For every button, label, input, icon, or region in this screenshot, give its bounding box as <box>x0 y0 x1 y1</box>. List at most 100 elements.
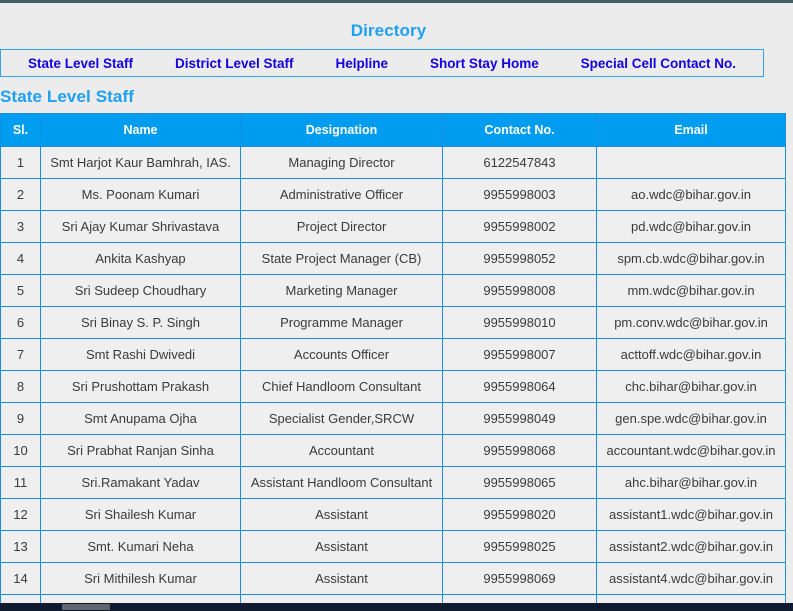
cell-sl: 13 <box>1 531 41 563</box>
table-row: 2Ms. Poonam KumariAdministrative Officer… <box>1 179 786 211</box>
cell-sl: 2 <box>1 179 41 211</box>
cell-sl: 14 <box>1 563 41 595</box>
cell-email: ahc.bihar@bihar.gov.in <box>597 467 786 499</box>
cell-designation: Project Director <box>241 211 443 243</box>
column-header-name: Name <box>41 114 241 147</box>
cell-email: assistant2.wdc@bihar.gov.in <box>597 531 786 563</box>
cell-sl: 6 <box>1 307 41 339</box>
cell-designation: Assistant <box>241 563 443 595</box>
page-root: Directory State Level Staff District Lev… <box>0 0 793 611</box>
cell-name: Sri Binay S. P. Singh <box>41 307 241 339</box>
cell-contact-no: 9955998020 <box>443 499 597 531</box>
column-header-email: Email <box>597 114 786 147</box>
cell-email: spm.cb.wdc@bihar.gov.in <box>597 243 786 275</box>
cell-email: accountant.wdc@bihar.gov.in <box>597 435 786 467</box>
table-row: 6Sri Binay S. P. SinghProgramme Manager9… <box>1 307 786 339</box>
directory-table: Sl. Name Designation Contact No. Email 1… <box>0 113 786 611</box>
table-row: 12Sri Shailesh KumarAssistant9955998020a… <box>1 499 786 531</box>
section-heading: State Level Staff <box>0 87 793 107</box>
cell-name: Smt Rashi Dwivedi <box>41 339 241 371</box>
cell-sl: 5 <box>1 275 41 307</box>
cell-email: assistant1.wdc@bihar.gov.in <box>597 499 786 531</box>
cell-designation: Assistant Handloom Consultant <box>241 467 443 499</box>
cell-sl: 3 <box>1 211 41 243</box>
cell-contact-no: 9955998068 <box>443 435 597 467</box>
cell-sl: 9 <box>1 403 41 435</box>
cell-sl: 11 <box>1 467 41 499</box>
cell-name: Smt Anupama Ojha <box>41 403 241 435</box>
cell-email: chc.bihar@bihar.gov.in <box>597 371 786 403</box>
cell-designation: Marketing Manager <box>241 275 443 307</box>
cell-designation: Assistant <box>241 499 443 531</box>
cell-name: Sri Prushottam Prakash <box>41 371 241 403</box>
cell-sl: 4 <box>1 243 41 275</box>
table-row: 9Smt Anupama OjhaSpecialist Gender,SRCW9… <box>1 403 786 435</box>
cell-contact-no: 6122547843 <box>443 147 597 179</box>
cell-contact-no: 9955998049 <box>443 403 597 435</box>
table-row: 4Ankita KashyapState Project Manager (CB… <box>1 243 786 275</box>
table-header: Sl. Name Designation Contact No. Email <box>1 114 786 147</box>
cell-name: Sri Prabhat Ranjan Sinha <box>41 435 241 467</box>
cell-designation: Accounts Officer <box>241 339 443 371</box>
nav-item-helpline[interactable]: Helpline <box>335 56 388 71</box>
cell-name: Ankita Kashyap <box>41 243 241 275</box>
cell-email: assistant4.wdc@bihar.gov.in <box>597 563 786 595</box>
nav-item-special-cell-contact-no[interactable]: Special Cell Contact No. <box>581 56 736 71</box>
cell-designation: Chief Handloom Consultant <box>241 371 443 403</box>
cell-designation: Assistant <box>241 531 443 563</box>
cell-designation: Administrative Officer <box>241 179 443 211</box>
nav-item-state-level-staff[interactable]: State Level Staff <box>28 56 133 71</box>
cell-sl: 10 <box>1 435 41 467</box>
page-title: Directory <box>0 3 785 41</box>
column-header-contact-no: Contact No. <box>443 114 597 147</box>
table-row: 8Sri Prushottam PrakashChief Handloom Co… <box>1 371 786 403</box>
cell-name: Sri.Ramakant Yadav <box>41 467 241 499</box>
cell-name: Smt Harjot Kaur Bamhrah, IAS. <box>41 147 241 179</box>
cell-designation: Specialist Gender,SRCW <box>241 403 443 435</box>
horizontal-scrollbar-thumb[interactable] <box>62 604 110 610</box>
cell-designation: State Project Manager (CB) <box>241 243 443 275</box>
cell-email: acttoff.wdc@bihar.gov.in <box>597 339 786 371</box>
table-row: 13Smt. Kumari NehaAssistant9955998025ass… <box>1 531 786 563</box>
table-row: 7Smt Rashi DwivediAccounts Officer995599… <box>1 339 786 371</box>
cell-email: ao.wdc@bihar.gov.in <box>597 179 786 211</box>
table-body: 1Smt Harjot Kaur Bamhrah, IAS.Managing D… <box>1 147 786 611</box>
cell-contact-no: 9955998010 <box>443 307 597 339</box>
cell-name: Ms. Poonam Kumari <box>41 179 241 211</box>
cell-name: Sri Shailesh Kumar <box>41 499 241 531</box>
cell-sl: 1 <box>1 147 41 179</box>
cell-sl: 8 <box>1 371 41 403</box>
cell-contact-no: 9955998069 <box>443 563 597 595</box>
cell-contact-no: 9955998007 <box>443 339 597 371</box>
cell-sl: 12 <box>1 499 41 531</box>
cell-contact-no: 9955998002 <box>443 211 597 243</box>
column-header-designation: Designation <box>241 114 443 147</box>
cell-email: pm.conv.wdc@bihar.gov.in <box>597 307 786 339</box>
nav-item-short-stay-home[interactable]: Short Stay Home <box>430 56 539 71</box>
cell-email: mm.wdc@bihar.gov.in <box>597 275 786 307</box>
cell-designation: Managing Director <box>241 147 443 179</box>
table-row: 5Sri Sudeep ChoudharyMarketing Manager99… <box>1 275 786 307</box>
cell-contact-no: 9955998064 <box>443 371 597 403</box>
cell-sl: 7 <box>1 339 41 371</box>
cell-contact-no: 9955998025 <box>443 531 597 563</box>
table-row: 14Sri Mithilesh KumarAssistant9955998069… <box>1 563 786 595</box>
cell-email: gen.spe.wdc@bihar.gov.in <box>597 403 786 435</box>
cell-designation: Accountant <box>241 435 443 467</box>
table-row: 3Sri Ajay Kumar ShrivastavaProject Direc… <box>1 211 786 243</box>
table-row: 10Sri Prabhat Ranjan SinhaAccountant9955… <box>1 435 786 467</box>
cell-name: Smt. Kumari Neha <box>41 531 241 563</box>
document-content: Directory State Level Staff District Lev… <box>0 3 793 604</box>
cell-email: pd.wdc@bihar.gov.in <box>597 211 786 243</box>
column-header-sl: Sl. <box>1 114 41 147</box>
cell-designation: Programme Manager <box>241 307 443 339</box>
cell-contact-no: 9955998008 <box>443 275 597 307</box>
nav-item-district-level-staff[interactable]: District Level Staff <box>175 56 294 71</box>
cell-email <box>597 147 786 179</box>
primary-nav: State Level Staff District Level Staff H… <box>0 49 764 77</box>
cell-name: Sri Ajay Kumar Shrivastava <box>41 211 241 243</box>
bottom-scrollbar-track[interactable] <box>0 603 793 611</box>
table-row: 11Sri.Ramakant YadavAssistant Handloom C… <box>1 467 786 499</box>
cell-name: Sri Sudeep Choudhary <box>41 275 241 307</box>
cell-contact-no: 9955998003 <box>443 179 597 211</box>
